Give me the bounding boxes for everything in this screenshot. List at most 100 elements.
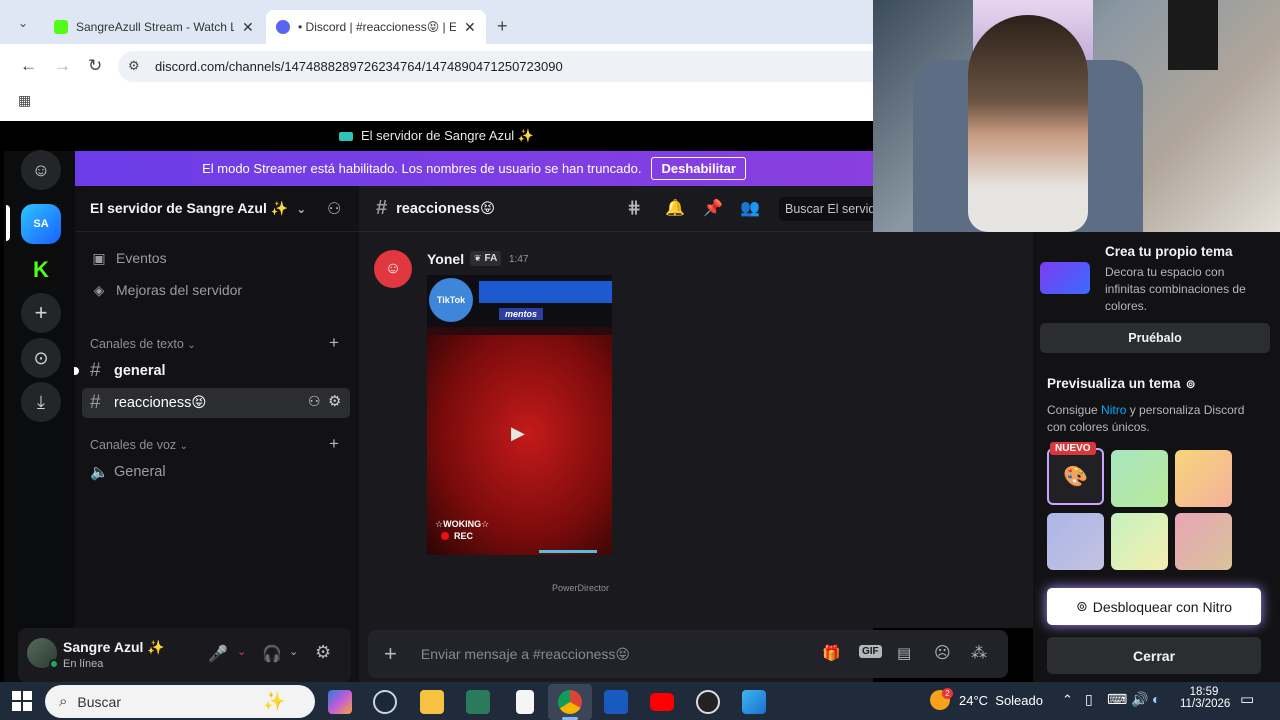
webcam-overlay [873, 0, 1280, 232]
apps-icon[interactable]: ▦ [18, 92, 31, 109]
copilot-icon[interactable] [328, 690, 352, 714]
obs-icon[interactable] [696, 690, 720, 714]
nitro-icon: ⊚ [1185, 376, 1196, 391]
gif-icon[interactable]: GIF [859, 645, 882, 658]
bell-icon[interactable]: 🔔 [665, 198, 685, 218]
members-icon[interactable]: 👥 [740, 198, 760, 218]
channel-general[interactable]: # general [82, 356, 350, 386]
kick-icon [54, 20, 68, 34]
add-server-icon[interactable]: + [21, 293, 61, 333]
emoji-icon[interactable]: ☹ [934, 643, 951, 663]
gear-icon[interactable]: ⚙ [328, 392, 341, 410]
word-icon[interactable] [604, 690, 628, 714]
windows-start-icon[interactable] [12, 691, 32, 711]
speaker-icon: 🔈 [90, 464, 109, 481]
file-explorer-icon[interactable] [420, 690, 444, 714]
new-badge: NUEVO [1050, 442, 1096, 455]
message-timestamp: 1:47 [509, 254, 529, 265]
search-icon: ⌕ [59, 693, 68, 710]
message-composer[interactable]: + Enviar mensaje a #reaccioness😝 🎁 GIF ▤… [368, 630, 1008, 678]
threads-icon[interactable]: ⋕ [627, 198, 641, 218]
tab-stream[interactable]: SangreAzull Stream - Watch Liv ✕ [44, 10, 264, 44]
apps-grid-icon[interactable]: ⁂ [971, 643, 987, 663]
server-icon-sangre-azul[interactable]: SA [21, 204, 61, 244]
tray-icon[interactable]: ▯ [1085, 691, 1093, 708]
message-author[interactable]: Yonel [427, 251, 464, 267]
gift-icon[interactable]: 🎁 [822, 644, 841, 662]
hash-icon: # [90, 392, 101, 413]
boost-icon: ◈ [93, 281, 105, 298]
site-info-icon[interactable]: ⚙ [128, 58, 140, 74]
category-text-channels[interactable]: Canales de texto ⌄ [90, 337, 196, 351]
app-icon[interactable] [466, 690, 490, 714]
add-channel-icon[interactable]: + [329, 333, 339, 353]
weather-text[interactable]: 24°C Soleado [959, 693, 1043, 708]
close-tab-icon[interactable]: ✕ [464, 19, 476, 36]
channel-voice-general[interactable]: 🔈 General [82, 457, 350, 487]
server-emoji-icon [339, 131, 353, 141]
invite-people-icon[interactable]: ⚇ [327, 199, 341, 219]
streamer-mode-banner: El modo Streamer está habilitado. Los no… [75, 151, 873, 186]
tab-discord[interactable]: • Discord | #reaccioness😝 | El s ✕ [266, 10, 486, 44]
play-icon[interactable]: ▶ [511, 423, 525, 444]
address-bar[interactable]: ⚙ discord.com/channels/14748882897262347… [118, 51, 873, 82]
add-channel-icon[interactable]: + [329, 434, 339, 454]
clock[interactable]: 18:59 11/3/2026 [1180, 686, 1230, 710]
try-theme-button[interactable]: Pruébalo [1040, 323, 1270, 353]
chevron-down-icon[interactable]: ⌄ [289, 645, 298, 658]
new-tab-button[interactable]: + [497, 16, 508, 37]
add-attachment-icon[interactable]: + [384, 641, 397, 667]
taskbar-search-input[interactable]: ⌕ Buscar ✨ [45, 685, 315, 718]
invite-icon[interactable]: ⚇ [308, 393, 321, 410]
notepad-icon[interactable] [516, 690, 534, 714]
sidebar-item-boosts[interactable]: ◈ Mejoras del servidor [90, 276, 242, 304]
webcam-person [968, 15, 1088, 232]
youtube-icon[interactable] [650, 693, 674, 711]
notification-icon[interactable]: ▭ [1240, 690, 1254, 708]
headphones-icon[interactable]: 🎧 [262, 644, 282, 664]
rec-indicator: REC [441, 531, 473, 541]
video-caption-banner [479, 281, 612, 303]
discord-home-icon[interactable]: ☺ [21, 150, 61, 190]
unlock-nitro-button[interactable]: ⊚ Desbloquear con Nitro [1047, 588, 1261, 625]
steam-tray-icon[interactable]: ◐ [1152, 691, 1160, 707]
chevron-up-icon[interactable]: ⌃ [1062, 692, 1073, 708]
sticker-icon[interactable]: ▤ [897, 644, 911, 662]
theme-swatch-lime[interactable] [1111, 513, 1168, 570]
palette-icon: 🎨 [1063, 466, 1088, 488]
back-icon[interactable]: ← [20, 56, 37, 76]
chevron-down-icon[interactable]: ⌄ [237, 645, 246, 658]
theme-swatch-rose[interactable] [1175, 513, 1232, 570]
sidebar-item-events[interactable]: ▣ Eventos [90, 244, 166, 272]
download-icon[interactable]: ⤓ [21, 382, 61, 422]
category-voice-channels[interactable]: Canales de voz ⌄ [90, 438, 188, 452]
pin-icon[interactable]: 📌 [703, 198, 723, 218]
tab-search-icon[interactable]: ⌄ [18, 16, 28, 30]
network-icon[interactable]: ⌨ [1107, 691, 1127, 708]
discover-icon[interactable]: ⊙ [21, 338, 61, 378]
search-input[interactable]: Buscar El servid [779, 197, 873, 221]
video-attachment[interactable]: TikTok mentos ▶ ☆WOKING☆ REC [427, 275, 612, 555]
message-avatar[interactable]: ☺ [374, 250, 412, 288]
theme-swatch-custom[interactable]: 🎨 [1047, 448, 1104, 505]
mute-mic-icon[interactable]: 🎤 [208, 644, 228, 664]
theme-swatch-peach[interactable] [1175, 450, 1232, 507]
nitro-link[interactable]: Nitro [1101, 403, 1126, 417]
steam-icon[interactable] [373, 690, 397, 714]
close-tab-icon[interactable]: ✕ [242, 19, 254, 36]
volume-icon[interactable]: 🔊 [1131, 691, 1148, 708]
theme-swatch-lavender[interactable] [1047, 513, 1104, 570]
photos-icon[interactable] [742, 690, 766, 714]
guild-tag-badge: ❦ FA [470, 251, 502, 266]
theme-swatch-green[interactable] [1111, 450, 1168, 507]
settings-gear-icon[interactable]: ⚙ [315, 642, 331, 663]
chevron-down-icon: ⌄ [187, 340, 196, 351]
video-progress [539, 550, 597, 553]
forward-icon[interactable]: → [54, 56, 71, 76]
reload-icon[interactable]: ↻ [88, 56, 102, 76]
disable-streamer-button[interactable]: Deshabilitar [651, 157, 746, 180]
channel-reaccioness[interactable]: # reaccioness😝 ⚇ ⚙ [82, 388, 350, 418]
server-header[interactable]: El servidor de Sangre Azul ✨ ⌄ ⚇ [75, 186, 359, 232]
server-icon-kick[interactable]: K [21, 250, 61, 290]
close-button[interactable]: Cerrar [1047, 637, 1261, 674]
